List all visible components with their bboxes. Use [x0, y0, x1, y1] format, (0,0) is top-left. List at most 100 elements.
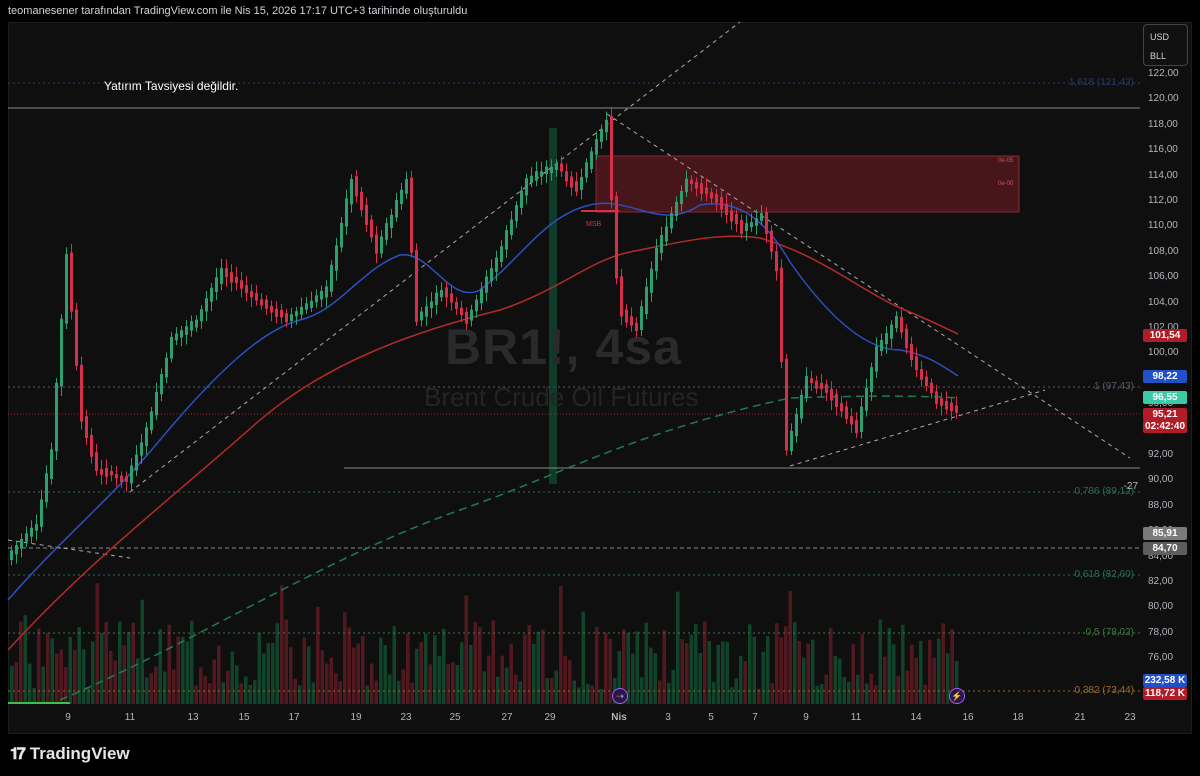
- volume-bar: [127, 631, 131, 704]
- msb-label: MSB: [586, 221, 602, 228]
- candle-body: [130, 465, 133, 484]
- candle-body: [285, 313, 288, 323]
- candle-body: [155, 391, 158, 416]
- volume-bar: [604, 632, 608, 704]
- volume-bar: [190, 620, 194, 704]
- volume-bar: [923, 684, 927, 704]
- volume-bar: [235, 665, 239, 704]
- volume-bar: [208, 683, 212, 704]
- volume-bar: [815, 686, 819, 704]
- volume-bar: [131, 622, 135, 704]
- volume-bar: [194, 685, 198, 704]
- price-badge: 02:42:40: [1143, 420, 1187, 433]
- volume-bar: [230, 651, 234, 704]
- candle-body: [220, 268, 223, 284]
- volume-bar: [739, 656, 743, 704]
- candle-body: [890, 324, 893, 339]
- candle-body: [525, 178, 528, 196]
- candle-body: [845, 406, 848, 419]
- price-axis-label: 80,00: [1148, 601, 1174, 613]
- candle-body: [705, 187, 708, 194]
- volume-bar: [802, 657, 806, 704]
- candle-body: [210, 287, 213, 302]
- candle-body: [440, 289, 443, 298]
- candle-body: [395, 200, 398, 218]
- candle-body: [145, 427, 148, 446]
- candle-body: [265, 299, 268, 309]
- volume-bar: [496, 676, 500, 704]
- volume-bar: [181, 636, 185, 704]
- candle-body: [925, 376, 928, 386]
- volume-bar: [68, 636, 72, 704]
- candle-body: [170, 336, 173, 359]
- date-axis-label: 17: [288, 712, 300, 723]
- volume-bar: [145, 677, 149, 704]
- volume-bar: [779, 637, 783, 704]
- volume-bar: [712, 681, 716, 704]
- volume-bar: [311, 682, 315, 704]
- candle-body: [575, 181, 578, 192]
- candle-body: [725, 203, 728, 216]
- price-axis-label: 110,00: [1148, 220, 1178, 232]
- volume-bar: [937, 638, 941, 704]
- volume-bar: [392, 625, 396, 704]
- volume-bar: [347, 627, 351, 704]
- date-axis-label: 23: [400, 712, 412, 723]
- candle-body: [825, 384, 828, 393]
- candle-body: [510, 219, 513, 236]
- volume-bar: [50, 638, 54, 704]
- candle-body: [410, 177, 413, 253]
- volume-bar: [869, 673, 873, 704]
- price-axis-label: 90,00: [1148, 474, 1174, 486]
- description-watermark: Brent Crude Oil Futures: [424, 382, 699, 412]
- volume-bar: [271, 642, 275, 704]
- volume-bar: [518, 681, 522, 704]
- volume-bar: [806, 643, 810, 704]
- candle-body: [485, 276, 488, 293]
- candle-body: [755, 218, 758, 226]
- tradingview-logo[interactable]: 𝟏𝟕 TradingView: [10, 744, 130, 764]
- volume-bar: [532, 643, 536, 704]
- volume-bar: [59, 649, 63, 704]
- volume-bar: [28, 663, 32, 704]
- volume-bar: [568, 660, 572, 704]
- candle-body: [320, 290, 323, 300]
- price-badge: 98,22: [1143, 370, 1187, 383]
- date-axis-label: 11: [124, 712, 136, 723]
- volume-bar: [851, 644, 855, 704]
- candle-body: [865, 387, 868, 411]
- candle-body: [95, 452, 98, 471]
- candle-body: [855, 420, 858, 433]
- date-axis-label: 9: [65, 712, 71, 723]
- volume-bar: [73, 650, 77, 704]
- candle-body: [955, 405, 958, 413]
- candle-body: [520, 190, 523, 208]
- candle-body: [360, 191, 363, 211]
- volume-bar: [649, 647, 653, 704]
- candle-body: [645, 286, 648, 314]
- volume-bar: [595, 626, 599, 704]
- currency-unit-button[interactable]: USD BLL: [1143, 24, 1188, 66]
- volume-bar: [10, 665, 14, 704]
- volume-bar: [221, 682, 225, 704]
- candle-body: [345, 198, 348, 227]
- volume-bar: [185, 641, 189, 704]
- candle-body: [70, 252, 73, 312]
- volume-bar: [298, 685, 302, 704]
- candle-body: [435, 292, 438, 306]
- candle-body: [590, 151, 593, 169]
- date-axis-label: 19: [350, 712, 362, 723]
- candle-body: [110, 471, 113, 476]
- calendar-event-icon[interactable]: ⇢: [612, 688, 628, 704]
- volume-bar: [469, 644, 473, 704]
- price-axis-label: 116,00: [1148, 144, 1178, 156]
- candle-body: [120, 475, 123, 483]
- lightning-icon[interactable]: ⚡: [949, 688, 965, 704]
- volume-bar: [140, 599, 144, 704]
- volume-bar: [689, 634, 693, 704]
- date-axis-label: 21: [1074, 712, 1086, 723]
- volume-bar: [752, 636, 756, 704]
- candle-body: [450, 293, 453, 303]
- candle-body: [685, 178, 688, 193]
- candle-body: [530, 175, 533, 183]
